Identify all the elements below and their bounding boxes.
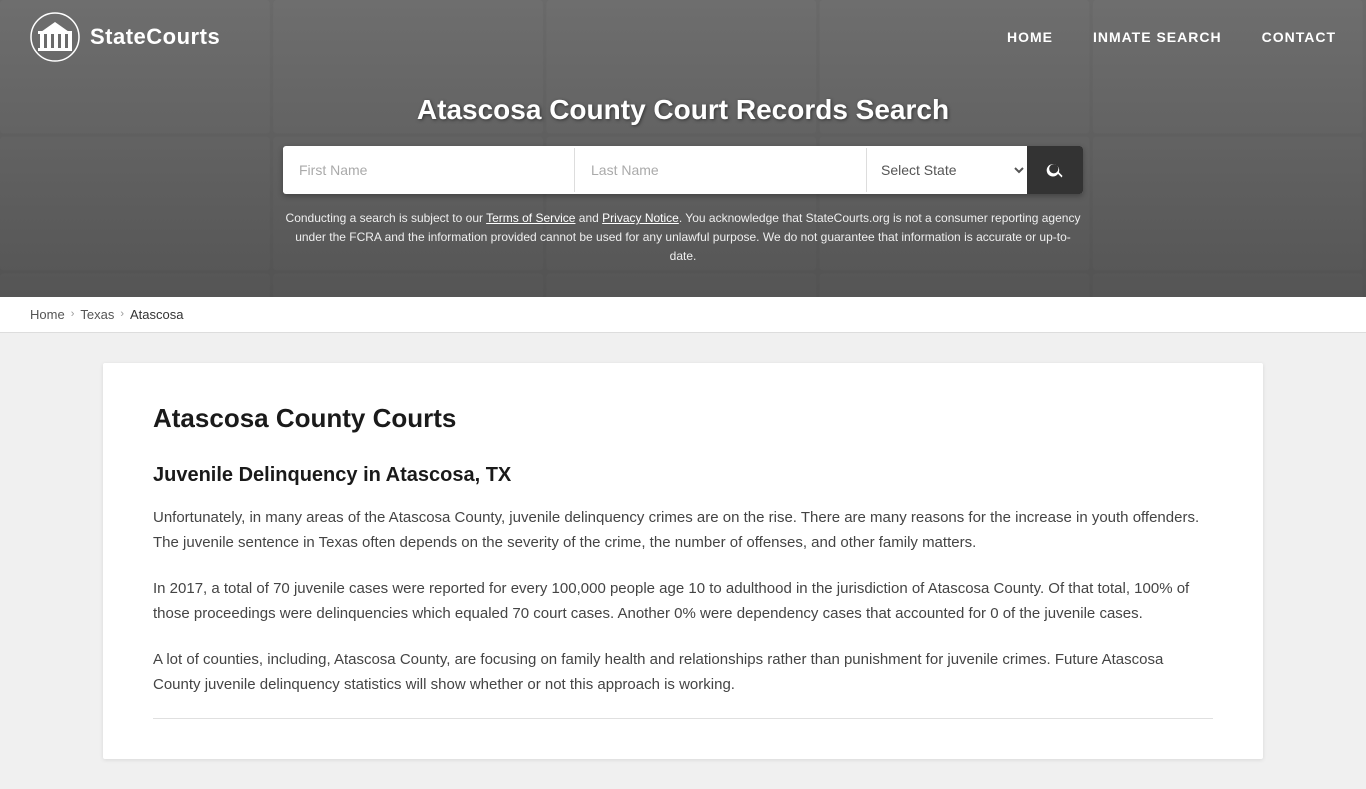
breadcrumb-state[interactable]: Texas	[80, 307, 114, 322]
search-icon	[1045, 160, 1065, 180]
nav-inmate-search[interactable]: INMATE SEARCH	[1093, 29, 1222, 45]
breadcrumb-separator-2: ›	[120, 308, 124, 320]
last-name-input[interactable]	[575, 148, 867, 192]
section-title-juvenile: Juvenile Delinquency in Atascosa, TX	[153, 464, 1213, 487]
content-card: Atascosa County Courts Juvenile Delinque…	[103, 363, 1263, 759]
site-logo[interactable]: StateCourts	[30, 12, 220, 62]
site-header: StateCourts HOME INMATE SEARCH CONTACT A…	[0, 0, 1366, 297]
first-name-input[interactable]	[283, 148, 575, 192]
breadcrumb: Home › Texas › Atascosa	[0, 297, 1366, 333]
county-courts-title: Atascosa County Courts	[153, 403, 1213, 434]
search-button[interactable]	[1027, 146, 1083, 194]
navbar: StateCourts HOME INMATE SEARCH CONTACT	[0, 0, 1366, 74]
content-para-1: Unfortunately, in many areas of the Atas…	[153, 505, 1213, 556]
page-heading: Atascosa County Court Records Search	[20, 94, 1346, 126]
logo-text: StateCourts	[90, 24, 220, 50]
nav-home[interactable]: HOME	[1007, 29, 1053, 45]
privacy-link[interactable]: Privacy Notice	[602, 211, 679, 225]
terms-link[interactable]: Terms of Service	[486, 211, 575, 225]
nav-links: HOME INMATE SEARCH CONTACT	[1007, 29, 1336, 45]
main-content: Atascosa County Courts Juvenile Delinque…	[0, 363, 1366, 759]
logo-icon	[30, 12, 80, 62]
content-divider	[153, 718, 1213, 719]
nav-contact[interactable]: CONTACT	[1262, 29, 1336, 45]
content-para-2: In 2017, a total of 70 juvenile cases we…	[153, 576, 1213, 627]
state-select[interactable]: Select State Texas California Florida	[867, 147, 1027, 193]
disclaimer: Conducting a search is subject to our Te…	[283, 209, 1083, 267]
breadcrumb-home[interactable]: Home	[30, 307, 65, 322]
search-bar: Select State Texas California Florida	[283, 146, 1083, 194]
content-para-3: A lot of counties, including, Atascosa C…	[153, 647, 1213, 698]
breadcrumb-separator-1: ›	[71, 308, 75, 320]
hero-section: Atascosa County Court Records Search Sel…	[0, 74, 1366, 297]
breadcrumb-current: Atascosa	[130, 307, 183, 322]
